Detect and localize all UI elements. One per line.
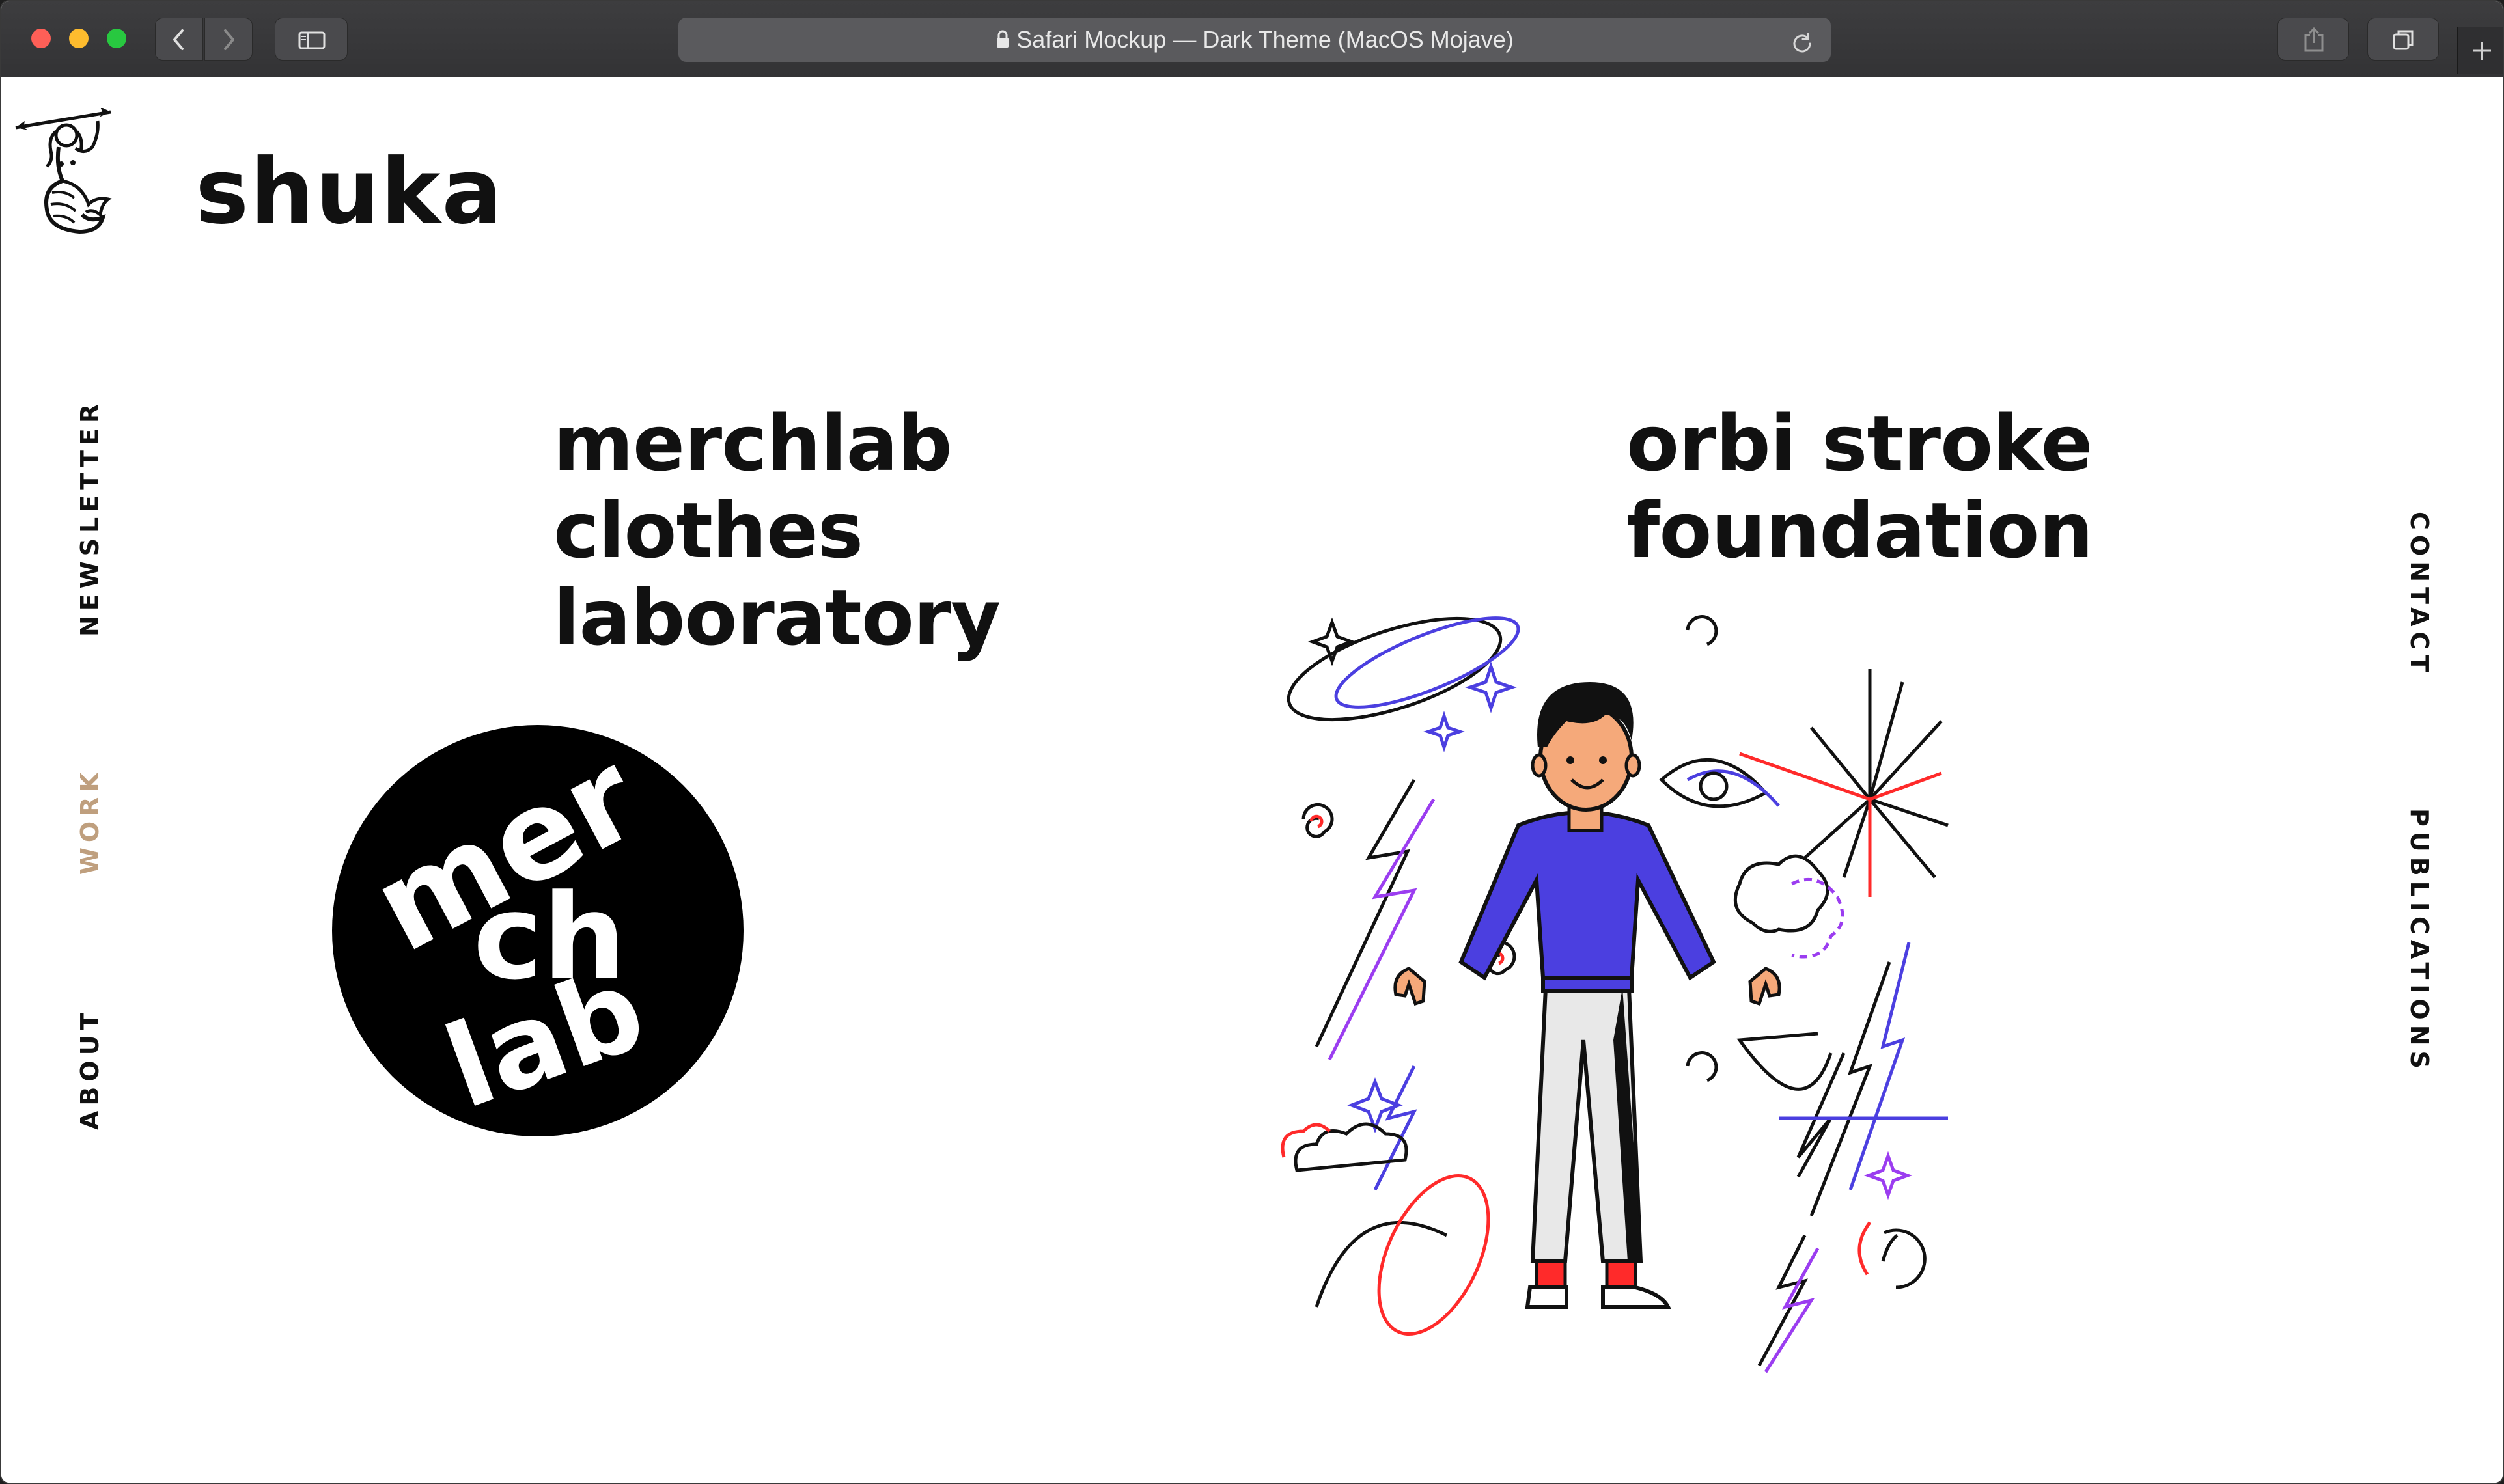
minimize-window-button[interactable] <box>69 29 89 48</box>
project-orbi-title[interactable]: orbi stroke foundation <box>1626 400 2093 574</box>
back-icon <box>173 29 184 50</box>
project-title-line: laboratory <box>553 573 1001 663</box>
browser-toolbar: Safari Mockup — Dark Theme (MacOS Mojave… <box>1 1 2503 79</box>
forward-icon <box>224 29 234 50</box>
mermaid-logo[interactable] <box>13 107 124 241</box>
project-title-line: clothes <box>553 486 863 575</box>
sidebar-toggle-button[interactable] <box>275 18 348 61</box>
close-window-button[interactable] <box>31 29 51 48</box>
nav-about[interactable]: ABOUT <box>76 1008 104 1130</box>
merchlab-logo[interactable]: mer ch lab <box>331 724 745 1140</box>
nav-publications[interactable]: PUBLICATIONS <box>2405 808 2434 1074</box>
brand-name[interactable]: shuka <box>195 139 504 244</box>
forward-button[interactable] <box>204 18 253 61</box>
browser-window: Safari Mockup — Dark Theme (MacOS Mojave… <box>0 0 2504 1484</box>
share-icon <box>2304 27 2324 52</box>
project-title-line: merchlab <box>553 398 953 488</box>
sidebar-icon <box>298 31 326 49</box>
nav-contact[interactable]: CONTACT <box>2405 512 2434 677</box>
nav-newsletter[interactable]: NEWSLETTER <box>76 399 104 637</box>
tabs-icon <box>2393 30 2414 50</box>
reload-icon[interactable] <box>1789 27 1815 71</box>
fullscreen-window-button[interactable] <box>107 29 126 48</box>
page-content: shuka NEWSLETTER WORK ABOUT CONTACT PUBL… <box>1 77 2503 1483</box>
address-bar[interactable]: Safari Mockup — Dark Theme (MacOS Mojave… <box>678 18 1831 62</box>
project-merchlab-title[interactable]: merchlab clothes laboratory <box>553 398 1001 663</box>
nav-work[interactable]: WORK <box>76 767 104 875</box>
project-title-line: foundation <box>1626 486 2093 575</box>
share-button[interactable] <box>2277 18 2349 61</box>
address-text: Safari Mockup — Dark Theme (MacOS Mojave… <box>1016 26 1514 53</box>
show-tabs-button[interactable] <box>2367 18 2439 61</box>
lock-icon <box>995 19 1010 63</box>
back-button[interactable] <box>155 18 203 61</box>
orbi-illustration[interactable] <box>1271 584 1955 1381</box>
project-title-line: orbi stroke <box>1626 398 2093 488</box>
new-tab-icon <box>2473 42 2491 60</box>
new-tab-button[interactable] <box>2457 27 2503 74</box>
